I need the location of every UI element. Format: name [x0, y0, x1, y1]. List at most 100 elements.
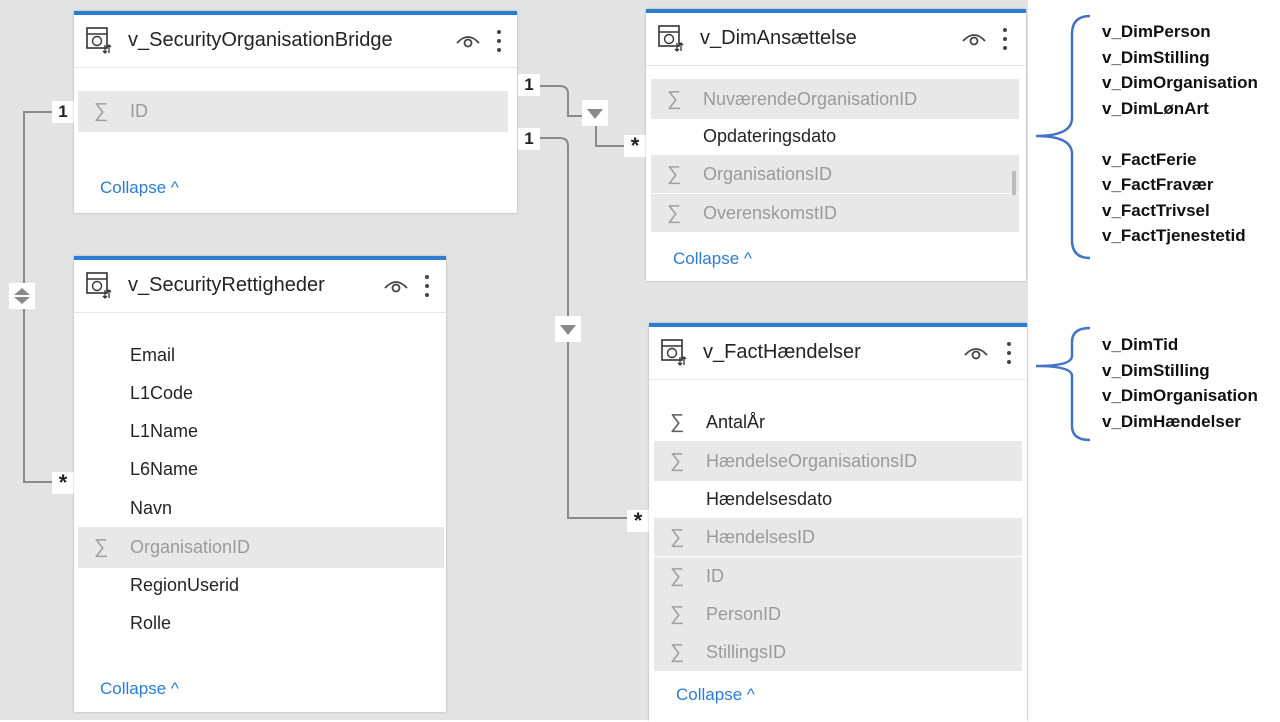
cardinality-one: 1 [52, 101, 74, 123]
field-name: Opdateringsdato [703, 126, 837, 146]
field-name: Rolle [130, 613, 172, 633]
brace-group-2 [1035, 326, 1091, 442]
field-row[interactable]: Navn [78, 489, 442, 527]
filter-direction-icon[interactable] [582, 100, 608, 126]
table-header[interactable]: v_FactHændelser [649, 327, 1027, 380]
eye-icon[interactable] [456, 33, 480, 49]
more-options-icon[interactable] [424, 274, 430, 298]
table-title: v_FactHændelser [703, 341, 861, 363]
sigma-icon: ∑ [94, 100, 109, 122]
cardinality-one: 1 [518, 74, 540, 96]
field-name: OrganisationID [130, 537, 251, 557]
field-row[interactable]: RegionUserid [78, 566, 442, 604]
eye-icon[interactable] [384, 278, 408, 294]
table-icon [661, 339, 687, 366]
field-row[interactable]: ∑ NuværendeOrganisationID [651, 79, 1019, 119]
field-name: L6Name [130, 459, 199, 479]
annotation-item: v_FactTrivsel [1102, 200, 1210, 220]
annotation-item: v_DimStilling [1102, 47, 1210, 67]
table-card-bridge[interactable]: v_SecurityOrganisationBridge ∑ ID Collap… [74, 11, 517, 213]
brace-group-1 [1035, 14, 1091, 260]
field-row[interactable]: Opdateringsdato [651, 117, 1019, 155]
field-name: Email [130, 345, 176, 365]
field-row[interactable]: ∑ AntalÅr [654, 403, 1022, 441]
field-name: L1Code [130, 383, 194, 403]
field-name: OrganisationsID [703, 164, 833, 184]
scrollbar[interactable] [1012, 171, 1016, 195]
sigma-icon: ∑ [667, 202, 682, 224]
annotation-item: v_DimLønArt [1102, 98, 1209, 118]
field-row[interactable]: ∑ HændelseOrganisationsID [654, 441, 1022, 481]
annotation-item: v_FactFerie [1102, 149, 1197, 169]
table-title: v_SecurityOrganisationBridge [128, 29, 393, 51]
table-icon [658, 25, 684, 52]
eye-icon[interactable] [962, 31, 986, 47]
field-row[interactable]: ∑ OverenskomstID [651, 194, 1019, 232]
annotation-group-2: v_DimTid v_DimStilling v_DimOrganisation… [1102, 332, 1258, 434]
field-name: L1Name [130, 421, 199, 441]
table-title: v_SecurityRettigheder [128, 274, 325, 296]
annotation-item: v_DimHændelser [1102, 411, 1241, 431]
cardinality-many: * [624, 135, 646, 157]
sigma-icon: ∑ [667, 163, 682, 185]
field-row[interactable]: ∑ StillingsID [654, 633, 1022, 671]
collapse-link[interactable]: Collapse ^ [100, 679, 179, 699]
filter-direction-icon[interactable] [555, 316, 581, 342]
cardinality-many: * [627, 510, 649, 532]
sigma-icon: ∑ [670, 526, 685, 548]
more-options-icon[interactable] [1002, 27, 1008, 51]
field-row[interactable]: L1Name [78, 412, 442, 450]
annotation-item: v_DimOrganisation [1102, 386, 1258, 405]
field-row[interactable]: L1Code [78, 374, 442, 412]
table-icon [86, 27, 112, 54]
field-row[interactable]: Email [78, 336, 442, 374]
field-name: AntalÅr [706, 412, 766, 432]
table-header[interactable]: v_SecurityOrganisationBridge [74, 15, 517, 68]
field-row[interactable]: ∑ ID [654, 557, 1022, 595]
table-icon [86, 272, 112, 299]
bidirectional-filter-icon[interactable] [9, 283, 35, 309]
sigma-icon: ∑ [670, 565, 685, 587]
rel-bridge-haendelser [518, 137, 654, 519]
sigma-icon: ∑ [667, 88, 682, 110]
field-row[interactable]: ∑ ID [78, 91, 508, 132]
table-header[interactable]: v_DimAnsættelse [646, 13, 1026, 66]
table-header[interactable]: v_SecurityRettigheder [74, 260, 446, 313]
field-row[interactable]: Rolle [78, 604, 442, 642]
table-card-ansaettelse[interactable]: v_DimAnsættelse ∑ NuværendeOrganisationI… [646, 9, 1026, 281]
table-card-rettigheder[interactable]: v_SecurityRettigheder Email L1Code L1Nam… [74, 256, 446, 712]
field-row[interactable]: Hændelsesdato [654, 480, 1022, 518]
cardinality-many: * [52, 472, 74, 494]
field-row[interactable]: ∑ HændelsesID [654, 518, 1022, 556]
table-title: v_DimAnsættelse [700, 27, 857, 49]
more-options-icon[interactable] [496, 29, 502, 53]
model-canvas[interactable]: 1 * 1 1 * * v_SecurityOrganisationBridge [0, 0, 1028, 722]
field-name: StillingsID [706, 642, 787, 662]
field-name: HændelseOrganisationsID [706, 451, 918, 471]
field-row[interactable]: L6Name [78, 450, 442, 488]
annotation-item: v_DimOrganisation [1102, 73, 1258, 92]
field-row[interactable]: ∑ OrganisationID [78, 527, 444, 568]
eye-icon[interactable] [964, 345, 988, 361]
sigma-icon: ∑ [670, 411, 685, 433]
cardinality-one: 1 [518, 128, 540, 150]
field-name: HændelsesID [706, 527, 816, 547]
annotation-item: v_FactTjenestetid [1102, 226, 1246, 245]
table-card-haendelser[interactable]: v_FactHændelser ∑ AntalÅr ∑ HændelseOrga… [649, 323, 1027, 722]
collapse-link[interactable]: Collapse ^ [676, 685, 755, 705]
field-name: Hændelsesdato [706, 489, 833, 509]
field-row[interactable]: ∑ PersonID [654, 595, 1022, 633]
field-row[interactable]: ∑ OrganisationsID [651, 155, 1019, 193]
field-name: ID [706, 566, 724, 586]
field-name: NuværendeOrganisationID [703, 89, 918, 109]
sigma-icon: ∑ [670, 603, 685, 625]
field-name: PersonID [706, 604, 782, 624]
collapse-link[interactable]: Collapse ^ [100, 178, 179, 198]
more-options-icon[interactable] [1006, 341, 1012, 365]
annotation-group-1: v_DimPerson v_DimStilling v_DimOrganisat… [1102, 19, 1258, 249]
sigma-icon: ∑ [94, 536, 109, 558]
collapse-link[interactable]: Collapse ^ [673, 249, 752, 269]
field-name: OverenskomstID [703, 203, 838, 223]
annotation-item: v_DimPerson [1102, 22, 1211, 41]
annotation-item: v_FactFravær [1102, 175, 1214, 194]
